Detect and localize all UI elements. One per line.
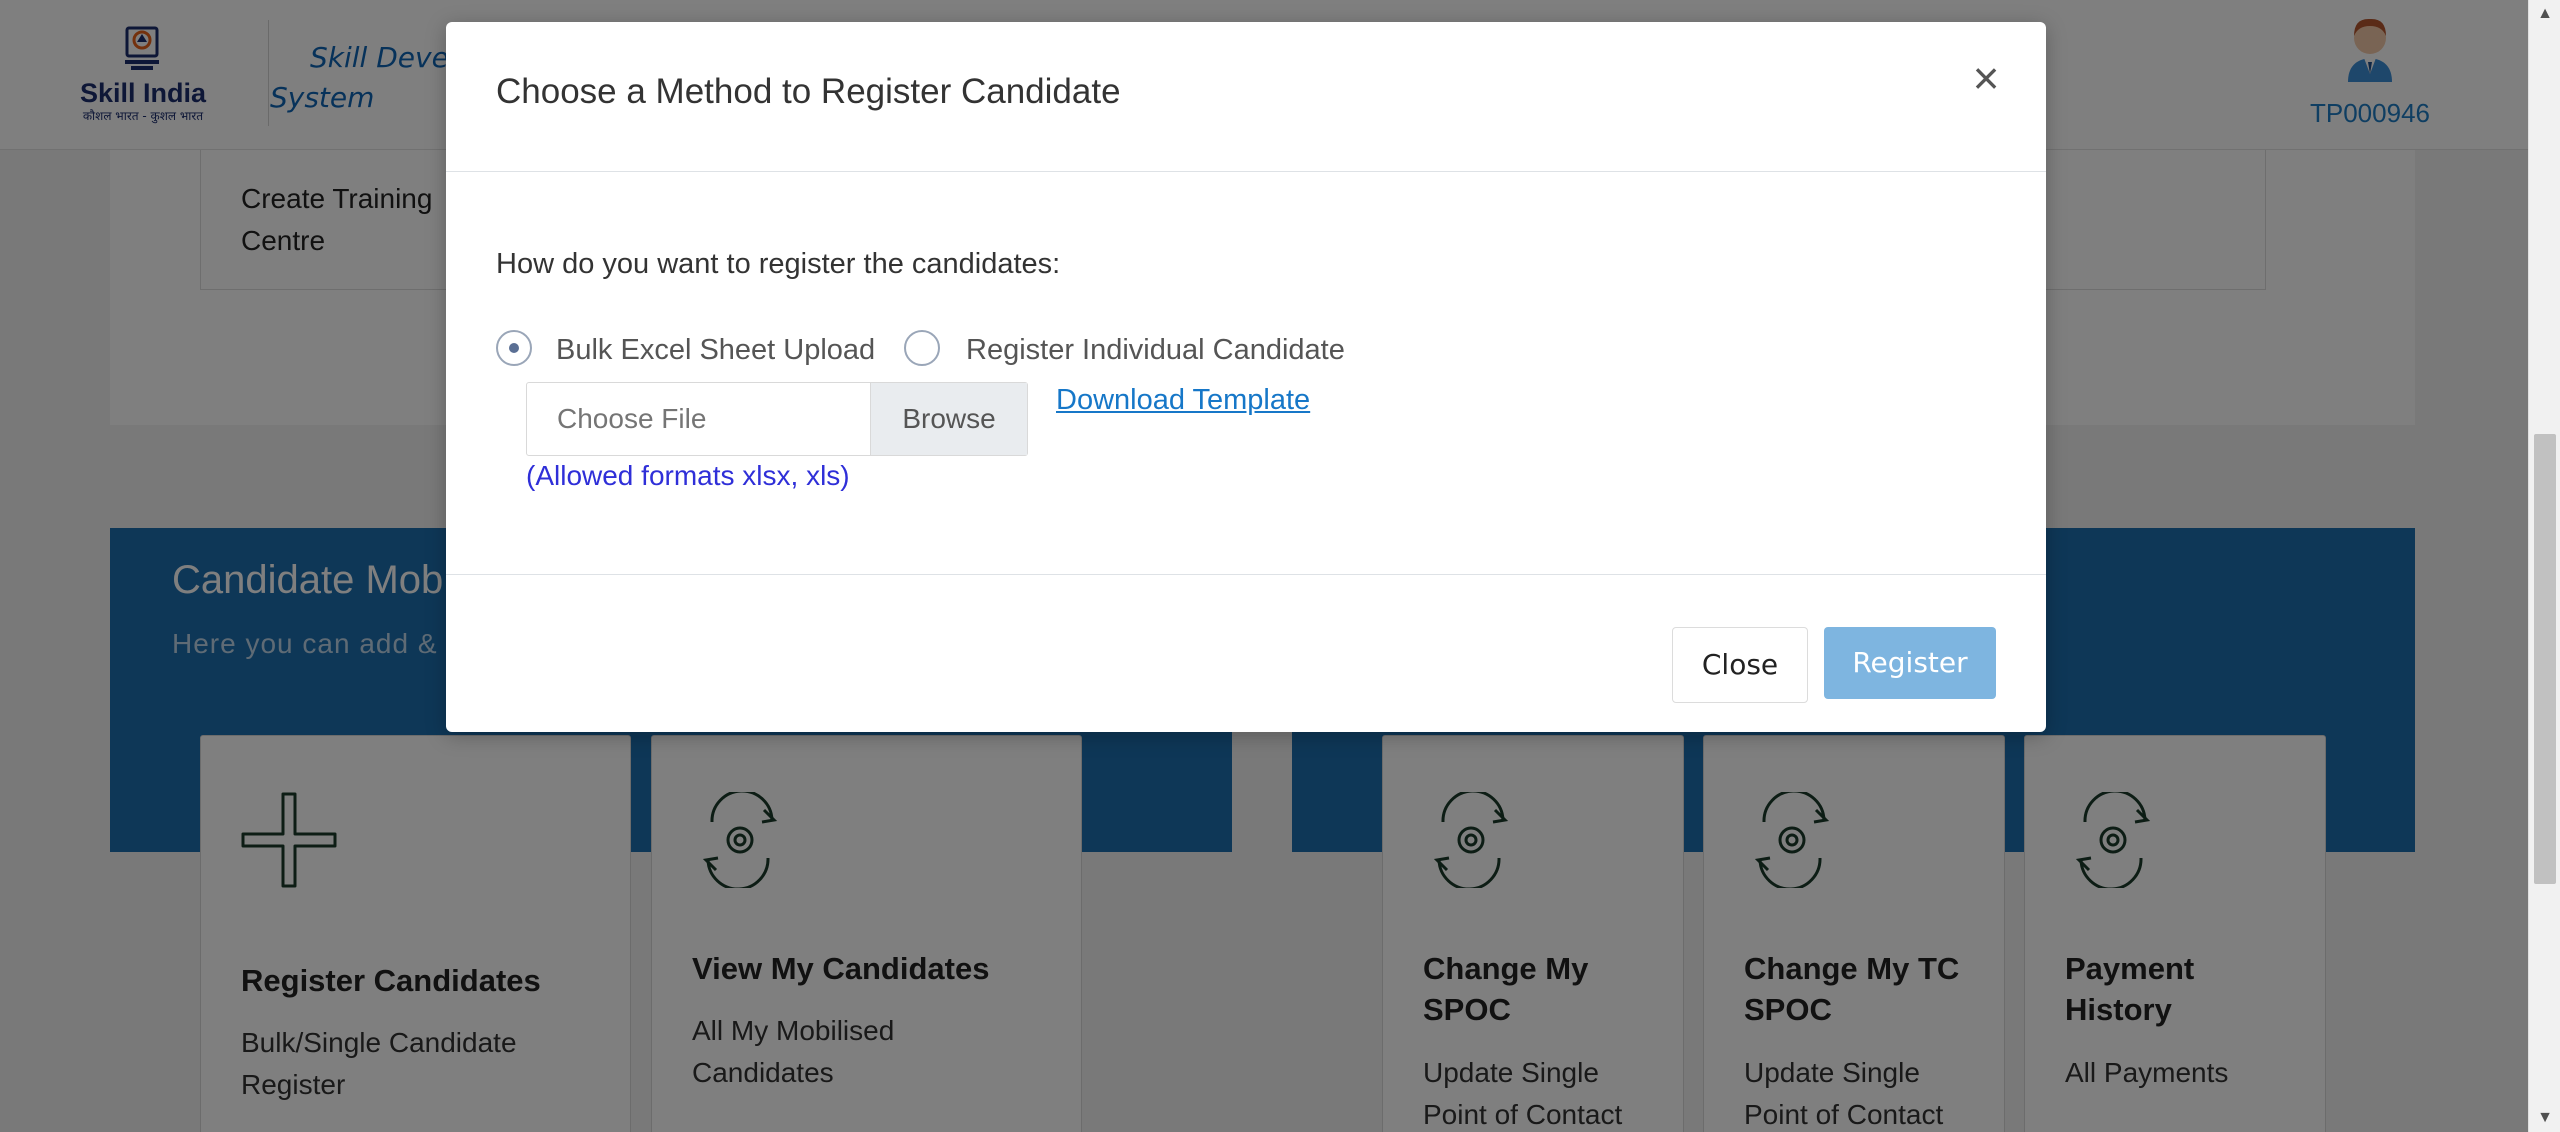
modal-title: Choose a Method to Register Candidate: [496, 72, 1121, 111]
scroll-down-arrow-icon[interactable]: ▼: [2529, 1104, 2560, 1132]
file-input[interactable]: Choose File: [557, 403, 706, 435]
individual-candidate-label[interactable]: Register Individual Candidate: [966, 334, 1345, 367]
modal-header: Choose a Method to Register Candidate ×: [446, 22, 2046, 172]
download-template-link[interactable]: Download Template: [1056, 384, 1310, 417]
modal-footer: Close Register: [446, 574, 2046, 732]
bulk-upload-radio[interactable]: [496, 330, 532, 366]
scroll-up-arrow-icon[interactable]: ▲: [2529, 0, 2560, 28]
browse-button[interactable]: Browse: [870, 383, 1027, 455]
bulk-upload-label[interactable]: Bulk Excel Sheet Upload: [556, 334, 875, 367]
modal-body: How do you want to register the candidat…: [446, 172, 2046, 574]
register-candidate-modal: Choose a Method to Register Candidate × …: [446, 22, 2046, 732]
page-scrollbar[interactable]: ▲ ▼: [2528, 0, 2560, 1132]
allowed-formats-hint: (Allowed formats xlsx, xls): [526, 460, 850, 491]
file-input-group[interactable]: Choose File Browse: [526, 382, 1028, 456]
close-icon[interactable]: ×: [1958, 50, 2014, 106]
registration-question: How do you want to register the candidat…: [496, 248, 1061, 280]
register-button[interactable]: Register: [1824, 627, 1996, 699]
scrollbar-thumb[interactable]: [2534, 434, 2556, 884]
individual-candidate-radio[interactable]: [904, 330, 940, 366]
close-button[interactable]: Close: [1672, 627, 1808, 703]
